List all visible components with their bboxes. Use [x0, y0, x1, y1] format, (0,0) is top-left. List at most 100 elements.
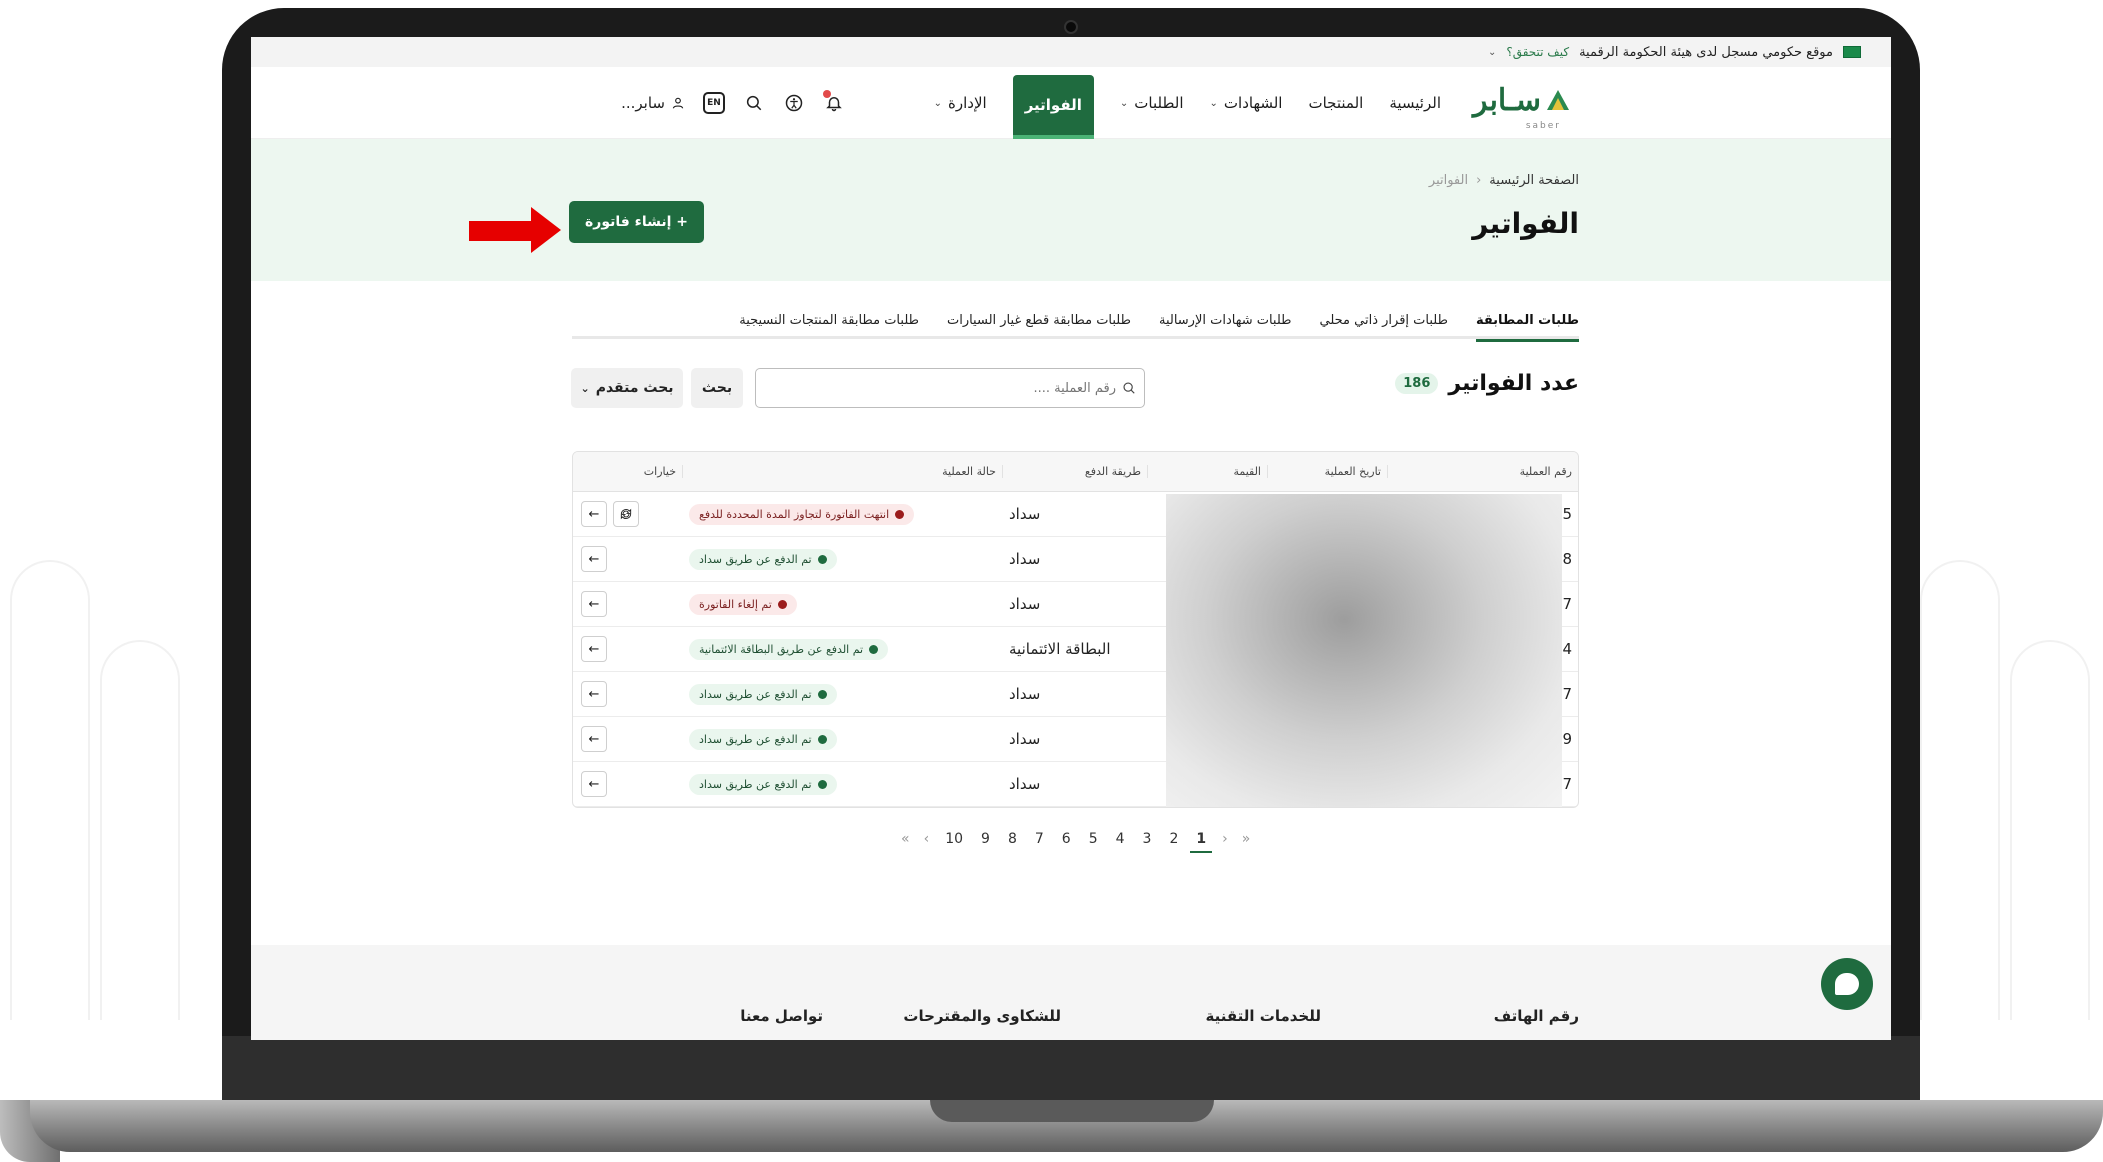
search-icon [1123, 382, 1135, 394]
nav-item-home[interactable]: الرئيسية [1389, 67, 1441, 139]
nav-item-invoices[interactable]: الفواتير [1012, 75, 1094, 139]
tab-conformity-requests[interactable]: طلبات المطابقة [1475, 301, 1580, 342]
page-link[interactable]: 6 [1060, 831, 1073, 847]
nav-item-requests[interactable]: الطلبات ⌄ [1120, 67, 1184, 139]
status-dot [817, 779, 827, 789]
row-options: ← [573, 771, 683, 797]
invoices-table: رقم العملية تاريخ العملية القيمة طريقة ا… [572, 451, 1579, 808]
row-status: تم الدفع عن طريق سداد [683, 548, 1003, 570]
chat-icon [1835, 973, 1859, 995]
footer-tech: للخدمات التقنية [1205, 1007, 1321, 1025]
page-link[interactable]: 2 [1167, 831, 1180, 847]
status-dot [817, 554, 827, 564]
page-link-current[interactable]: 1 [1190, 831, 1212, 853]
user-icon [672, 97, 684, 109]
header-options: خيارات [573, 465, 683, 478]
status-text: تم الدفع عن طريق البطاقة الائتمانية [699, 642, 864, 656]
last-page-icon[interactable]: » [1242, 831, 1251, 847]
page-title: الفواتير [1472, 207, 1579, 240]
view-details-button[interactable]: ← [581, 771, 607, 797]
nav-item-admin[interactable]: الإدارة ⌄ [934, 67, 987, 139]
saber-logo[interactable]: سـابر saber [1473, 83, 1571, 131]
view-details-button[interactable]: ← [581, 501, 607, 527]
notifications-button[interactable] [823, 90, 845, 114]
footer-complaints: للشكاوى والمقترحات [903, 1007, 1061, 1025]
search-submit-button[interactable]: بحث [691, 368, 743, 408]
footer-phone: رقم الهاتف [1493, 1007, 1579, 1025]
blurred-redaction [1166, 494, 1562, 807]
language-toggle[interactable]: EN [703, 92, 725, 114]
row-options: ← [573, 681, 683, 707]
row-status: تم الدفع عن طريق سداد [683, 728, 1003, 750]
invoice-count-badge: 186 [1395, 373, 1439, 394]
refresh-button[interactable] [613, 501, 639, 527]
advanced-search-button[interactable]: بحث متقدم ⌄ [571, 368, 683, 408]
prev-page-icon[interactable]: ‹ [924, 831, 930, 847]
row-payment: سداد [1009, 505, 1041, 523]
status-badge: تم الدفع عن طريق البطاقة الائتمانية [689, 638, 889, 660]
breadcrumb-home[interactable]: الصفحة الرئيسية [1489, 173, 1579, 188]
next-page-icon[interactable]: › [1222, 831, 1228, 847]
chevron-down-icon: ⌄ [933, 97, 943, 109]
camera-icon [1064, 20, 1078, 34]
status-badge: تم الدفع عن طريق سداد [689, 728, 837, 750]
view-details-button[interactable]: ← [581, 546, 607, 572]
page-link[interactable]: 8 [1006, 831, 1019, 847]
nav-item-label: الرئيسية [1389, 94, 1441, 112]
view-details-button[interactable]: ← [581, 726, 607, 752]
logo-subtext: saber [1525, 121, 1561, 131]
footer-contact: تواصل معنا [740, 1007, 823, 1025]
first-page-icon[interactable]: « [901, 831, 910, 847]
status-text: انتهت الفاتورة لتجاوز المدة المحددة للدف… [699, 507, 890, 521]
status-badge: تم الدفع عن طريق سداد [689, 548, 837, 570]
laptop-notch [930, 1100, 1214, 1122]
nav-item-label: المنتجات [1308, 94, 1364, 112]
user-name: سابر... [621, 94, 665, 112]
red-arrow-annotation [469, 207, 565, 253]
gov-verify-link[interactable]: كيف تتحقق؟ [1506, 45, 1569, 59]
arrow-left-icon: ← [588, 596, 600, 612]
row-payment: سداد [1009, 595, 1041, 613]
header-date: تاريخ العملية [1268, 465, 1388, 478]
row-payment: البطاقة الائتمانية [1009, 640, 1111, 658]
arrow-left-icon: ← [588, 731, 600, 747]
footer: رقم الهاتف للخدمات التقنية للشكاوى والمق… [251, 945, 1891, 1040]
tab-shipment-certificates[interactable]: طلبات شهادات الإرسالية [1159, 301, 1292, 339]
refresh-icon [620, 508, 632, 520]
view-details-button[interactable]: ← [581, 636, 607, 662]
page-link[interactable]: 10 [943, 831, 965, 847]
tab-textile-conformity[interactable]: طلبات مطابقة المنتجات النسيجية [739, 301, 919, 339]
chevron-down-icon: ⌄ [1209, 97, 1218, 109]
view-details-button[interactable]: ← [581, 591, 607, 617]
breadcrumb: الصفحة الرئيسية ‹ الفواتير [1429, 173, 1579, 188]
chat-button[interactable] [1821, 958, 1873, 1010]
accessibility-button[interactable] [783, 92, 805, 114]
header-value: القيمة [1148, 465, 1268, 478]
request-tabs: طلبات المطابقة طلبات إقرار ذاتي محلي طلب… [572, 301, 1580, 342]
nav-item-label: الطلبات [1134, 94, 1184, 112]
view-details-button[interactable]: ← [581, 681, 607, 707]
nav-item-products[interactable]: المنتجات [1308, 67, 1363, 139]
create-invoice-button[interactable]: + إنشاء فاتورة [569, 201, 704, 243]
gov-bar-text: موقع حكومي مسجل لدى هيئة الحكومة الرقمية [1579, 44, 1833, 60]
tab-local-self-declaration[interactable]: طلبات إقرار ذاتي محلي [1320, 301, 1448, 339]
search-field[interactable] [755, 368, 1145, 408]
chevron-down-icon[interactable]: ⌄ [1488, 47, 1496, 58]
page-link[interactable]: 3 [1141, 831, 1154, 847]
breadcrumb-current: الفواتير [1428, 173, 1469, 188]
page-link[interactable]: 4 [1114, 831, 1127, 847]
pagination: « ‹ 10 9 8 7 6 5 4 3 2 1 › » [901, 831, 1251, 853]
status-badge: تم إلغاء الفاتورة [689, 593, 797, 615]
status-dot [817, 734, 827, 744]
page-link[interactable]: 5 [1087, 831, 1100, 847]
page-link[interactable]: 7 [1033, 831, 1046, 847]
advanced-search-label: بحث متقدم [595, 380, 674, 396]
search-input[interactable] [786, 380, 1116, 396]
page-link[interactable]: 9 [979, 831, 992, 847]
nav-item-certificates[interactable]: الشهادات ⌄ [1210, 67, 1283, 139]
tab-auto-parts-conformity[interactable]: طلبات مطابقة قطع غيار السيارات [947, 301, 1131, 339]
user-menu[interactable]: سابر... [621, 94, 685, 112]
search-button[interactable] [743, 92, 765, 114]
row-payment: سداد [1009, 550, 1041, 568]
page-hero: الصفحة الرئيسية ‹ الفواتير الفواتير + إن… [251, 139, 1891, 281]
